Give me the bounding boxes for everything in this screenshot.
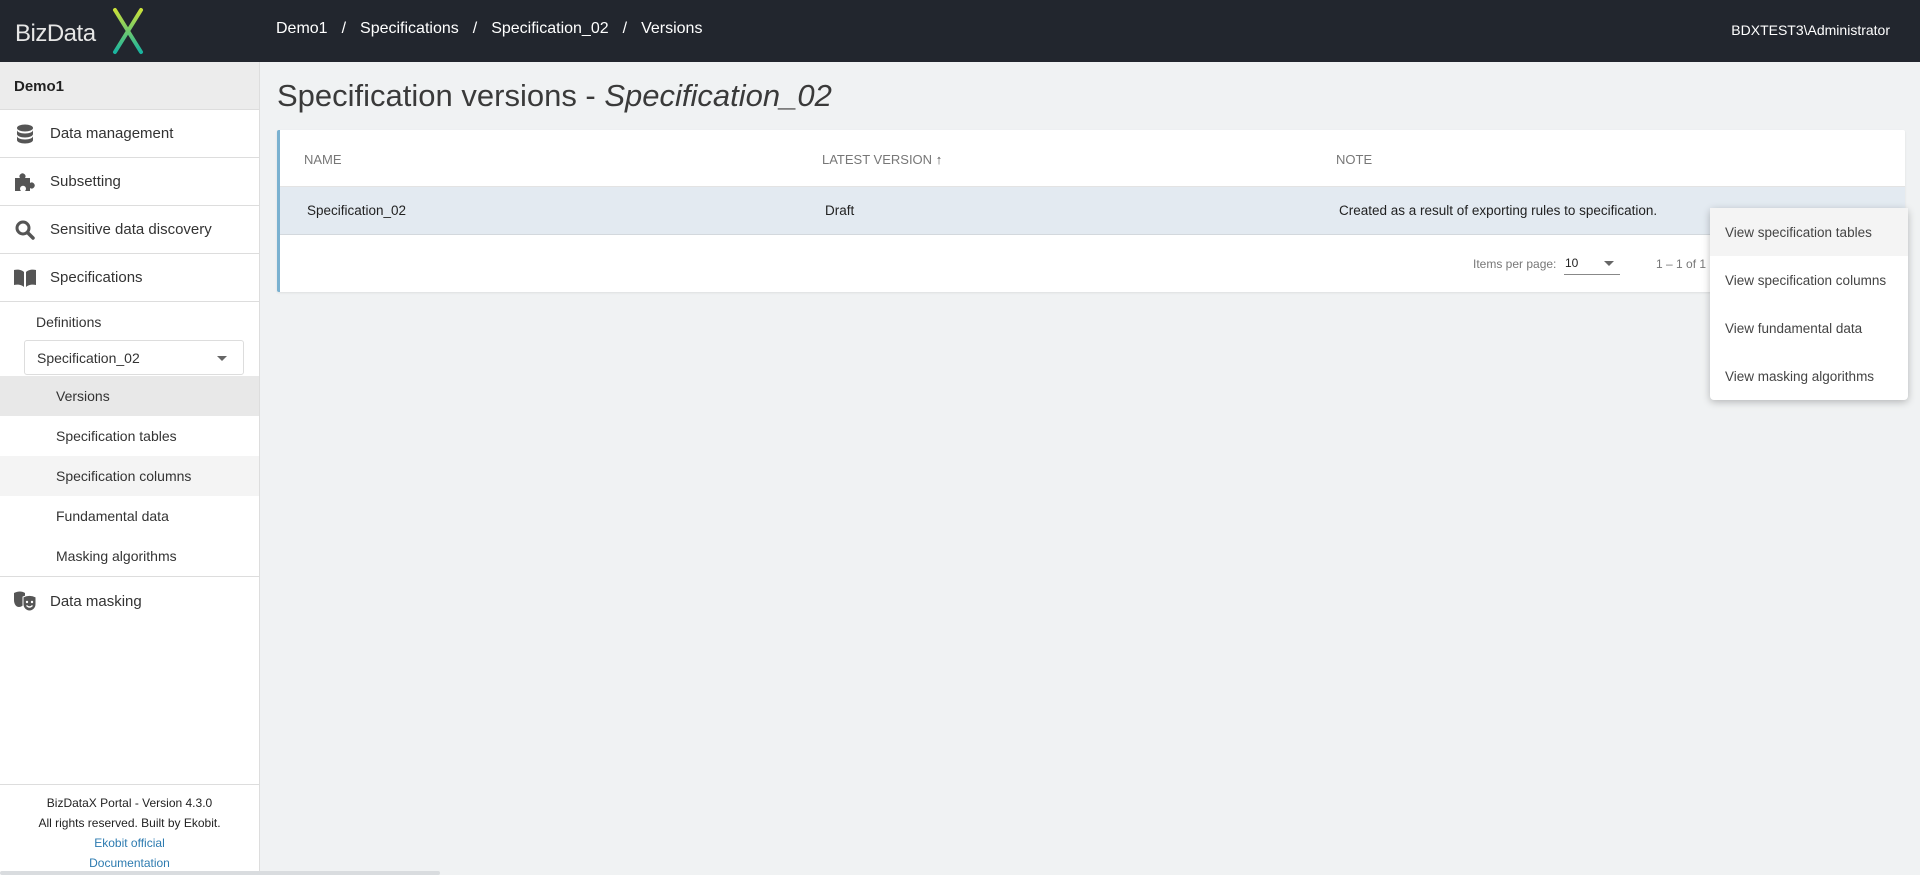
paginator: Items per page: 10 1 – 1 of 1 [280, 235, 1905, 292]
breadcrumb-specification[interactable]: Specification_02 [491, 20, 608, 38]
chevron-down-icon [1604, 261, 1614, 266]
items-per-page-label: Items per page: [1473, 257, 1557, 271]
column-header-label: LATEST VERSION [822, 152, 933, 167]
book-icon [0, 269, 50, 287]
items-per-page-select[interactable]: 10 [1564, 251, 1620, 275]
sidebar-item-label: Sensitive data discovery [50, 221, 212, 238]
masks-icon [0, 591, 50, 611]
logo[interactable]: BizData [15, 6, 145, 56]
rights-text: All rights reserved. Built by Ekobit. [38, 816, 221, 830]
cell-latest-version: Draft [825, 203, 855, 218]
specification-select[interactable]: Specification_02 [24, 340, 244, 375]
documentation-link[interactable]: Documentation [0, 853, 259, 873]
sidebar: Demo1 Data management Subsetting Sensiti… [0, 62, 260, 875]
title-spec-name: Specification_02 [604, 78, 832, 113]
sidebar-item-data-management[interactable]: Data management [0, 110, 259, 158]
page-title: Specification versions - Specification_0… [277, 78, 832, 114]
project-name[interactable]: Demo1 [0, 62, 259, 110]
logo-x-icon [113, 8, 143, 54]
breadcrumb-specifications[interactable]: Specifications [360, 20, 459, 38]
breadcrumb-demo1[interactable]: Demo1 [276, 20, 328, 38]
sidebar-item-label: Data management [50, 125, 174, 142]
breadcrumb: Demo1 / Specifications / Specification_0… [276, 20, 702, 38]
row-context-menu: View specification tables View specifica… [1710, 208, 1908, 400]
sidebar-subitem-masking-algorithms[interactable]: Masking algorithms [0, 536, 259, 576]
sidebar-subitem-specification-tables[interactable]: Specification tables [0, 416, 259, 456]
selected-specification: Specification_02 [37, 350, 140, 366]
chevron-down-icon [217, 356, 227, 361]
sidebar-item-data-masking[interactable]: Data masking [0, 577, 259, 625]
breadcrumb-separator: / [341, 20, 347, 37]
column-header-note[interactable]: NOTE [1336, 152, 1372, 167]
horizontal-scrollbar[interactable] [0, 871, 440, 875]
breadcrumb-separator: / [622, 20, 628, 37]
user-menu[interactable]: BDXTEST3\Administrator [1731, 22, 1890, 38]
table-row[interactable]: Specification_02 Draft Created as a resu… [280, 187, 1905, 235]
cell-name: Specification_02 [307, 203, 407, 218]
table-header: NAME LATEST VERSION ↑ NOTE [280, 130, 1905, 187]
column-header-latest-version[interactable]: LATEST VERSION ↑ [822, 152, 942, 167]
specification-submenu: Versions Specification tables Specificat… [0, 376, 259, 577]
sidebar-item-sensitive-data-discovery[interactable]: Sensitive data discovery [0, 206, 259, 254]
search-icon [0, 220, 50, 240]
sidebar-item-label: Specifications [50, 269, 143, 286]
sidebar-subitem-versions[interactable]: Versions [0, 376, 259, 416]
sidebar-footer: BizDataX Portal - Version 4.3.0 All righ… [0, 784, 259, 875]
sidebar-subitem-fundamental-data[interactable]: Fundamental data [0, 496, 259, 536]
ekobit-official-link[interactable]: Ekobit official [0, 833, 259, 853]
database-icon [0, 124, 50, 144]
menu-item-view-specification-tables[interactable]: View specification tables [1710, 208, 1908, 256]
title-prefix: Specification versions - [277, 78, 605, 113]
page-range: 1 – 1 of 1 [1656, 257, 1707, 271]
items-per-page-value: 10 [1565, 256, 1579, 270]
column-header-name[interactable]: NAME [304, 152, 342, 167]
top-bar: BizData Demo1 / Specifications / Specifi… [0, 0, 1920, 62]
sidebar-item-label: Subsetting [50, 173, 121, 190]
breadcrumb-versions: Versions [641, 20, 703, 37]
sidebar-item-subsetting[interactable]: Subsetting [0, 158, 259, 206]
menu-item-view-specification-columns[interactable]: View specification columns [1710, 256, 1908, 304]
breadcrumb-separator: / [472, 20, 478, 37]
puzzle-icon [0, 172, 50, 192]
version-text: BizDataX Portal - Version 4.3.0 [46, 796, 213, 810]
sidebar-subitem-specification-columns[interactable]: Specification columns [0, 456, 259, 496]
cell-note: Created as a result of exporting rules t… [1339, 203, 1658, 218]
menu-item-view-masking-algorithms[interactable]: View masking algorithms [1710, 352, 1908, 400]
sort-ascending-icon: ↑ [935, 152, 943, 167]
definitions-link[interactable]: Definitions [0, 302, 259, 340]
sidebar-item-label: Data masking [50, 592, 142, 610]
sidebar-item-specifications[interactable]: Specifications [0, 254, 259, 302]
menu-item-view-fundamental-data[interactable]: View fundamental data [1710, 304, 1908, 352]
versions-table: NAME LATEST VERSION ↑ NOTE Specification… [277, 130, 1905, 292]
